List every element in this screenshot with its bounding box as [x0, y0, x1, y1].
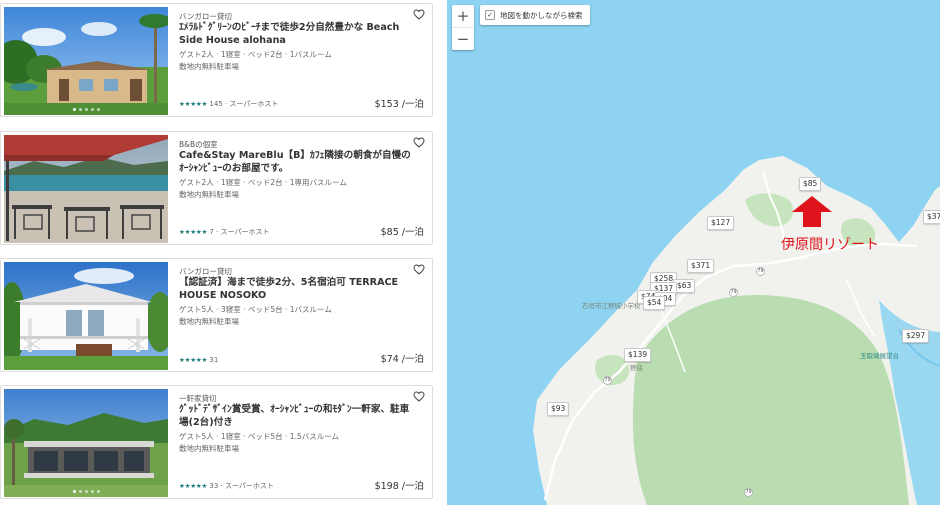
map-panel[interactable]: + − ✓ 地図を動かしながら検索 石垣市江野城小学校 野底 玉取崎展望台 79…: [447, 0, 940, 505]
listing-card[interactable]: 一軒家貸切 ｸﾞｯﾄﾞﾃﾞｻﾞｲﾝ賞受賞、ｵｰｼｬﾝﾋﾞｭｰの和ﾓﾀﾞﾝ一軒家、…: [0, 385, 433, 499]
heart-icon[interactable]: [413, 264, 425, 275]
listing-card[interactable]: バンガロー貸切 【認証済】海まで徒歩2分、5名宿泊可 TERRACE HOUSE…: [0, 258, 433, 372]
heart-icon[interactable]: [413, 391, 425, 402]
price-pin[interactable]: $54: [643, 296, 666, 310]
listing-card[interactable]: B&Bの個室 Cafe&Stay MareBlu【B】ｶﾌｪ隣接の朝食が自慢のｵ…: [0, 131, 433, 245]
zoom-in-button[interactable]: +: [452, 5, 474, 27]
checkbox-icon[interactable]: ✓: [485, 10, 495, 20]
heart-icon[interactable]: [413, 9, 425, 20]
listing-title[interactable]: ｸﾞｯﾄﾞﾃﾞｻﾞｲﾝ賞受賞、ｵｰｼｬﾝﾋﾞｭｰの和ﾓﾀﾞﾝ一軒家、駐車場(2台…: [179, 403, 412, 429]
review-count: 145: [209, 100, 223, 108]
star-rating-icon: ★★★★★: [179, 356, 208, 364]
listing-rating: ★★★★★ 7 · スーパーホスト: [179, 227, 269, 237]
road-number-marker: 79: [729, 288, 738, 297]
red-arrow-icon: [792, 196, 832, 227]
listing-photo[interactable]: [4, 262, 168, 370]
listing-specs: ゲスト5人 · 1寝室 · ベッド5台 · 1.5バスルーム: [179, 432, 339, 441]
superhost-badge: · スーパーホスト: [224, 100, 279, 108]
price-pin[interactable]: $371: [687, 259, 715, 273]
place-label: 石垣市江野城小学校: [582, 302, 641, 310]
place-label: 玉取崎展望台: [860, 352, 899, 360]
road-number-marker: 79: [756, 267, 765, 276]
review-count: 7: [209, 228, 214, 236]
listing-amenity: 敷地内無料駐車場: [179, 317, 239, 326]
listing-specs: ゲスト5人 · 3寝室 · ベッド5台 · 1バスルーム: [179, 305, 332, 314]
listing-price: $153 /一泊: [374, 99, 424, 110]
listing-amenity: 敷地内無料駐車場: [179, 190, 239, 199]
listing-price: $85 /一泊: [380, 227, 424, 238]
photo-carousel-dots[interactable]: [4, 488, 168, 493]
zoom-control: + −: [452, 5, 474, 50]
superhost-badge: · スーパーホスト: [220, 482, 274, 490]
star-rating-icon: ★★★★★: [179, 482, 208, 490]
heart-icon[interactable]: [413, 137, 425, 148]
star-rating-icon: ★★★★★: [179, 100, 208, 108]
review-count: 31: [209, 356, 219, 364]
listing-card[interactable]: バンガロー貸切 ｴﾒﾗﾙﾄﾞｸﾞﾘｰﾝのﾋﾞｰﾁまで徒歩2分自然豊かな Beac…: [0, 3, 433, 117]
listing-title[interactable]: ｴﾒﾗﾙﾄﾞｸﾞﾘｰﾝのﾋﾞｰﾁまで徒歩2分自然豊かな Beach Side H…: [179, 21, 412, 47]
photo-carousel-dots[interactable]: [4, 106, 168, 111]
listing-specs: ゲスト2人 · 1寝室 · ベッド2台 · 1バスルーム: [179, 50, 332, 59]
superhost-badge: · スーパーホスト: [216, 228, 270, 236]
listing-rating: ★★★★★ 31: [179, 356, 218, 364]
move-search-toggle[interactable]: ✓ 地図を動かしながら検索: [480, 5, 590, 25]
listing-column: バンガロー貸切 ｴﾒﾗﾙﾄﾞｸﾞﾘｰﾝのﾋﾞｰﾁまで徒歩2分自然豊かな Beac…: [0, 0, 436, 505]
price-pin[interactable]: $297: [902, 329, 930, 343]
price-pin[interactable]: $37: [923, 210, 940, 224]
price-pin[interactable]: $93: [547, 402, 570, 416]
move-search-label: 地図を動かしながら検索: [500, 10, 583, 20]
listing-amenity: 敷地内無料駐車場: [179, 444, 239, 453]
star-rating-icon: ★★★★★: [179, 228, 208, 236]
listing-title[interactable]: Cafe&Stay MareBlu【B】ｶﾌｪ隣接の朝食が自慢のｵｰｼｬﾝﾋﾞｭ…: [179, 149, 412, 175]
listing-photo[interactable]: [4, 7, 168, 115]
listing-price: $74 /一泊: [380, 354, 424, 365]
place-label: 野底: [630, 364, 643, 372]
price-pin[interactable]: $139: [624, 348, 652, 362]
road-number-marker: 79: [744, 488, 753, 497]
listing-specs: ゲスト2人 · 1寝室 · ベッド2台 · 1専用バスルーム: [179, 178, 347, 187]
listing-price: $198 /一泊: [374, 481, 424, 492]
listing-rating: ★★★★★ 33 · スーパーホスト: [179, 481, 274, 491]
listing-title[interactable]: 【認証済】海まで徒歩2分、5名宿泊可 TERRACE HOUSE NOSOKO: [179, 276, 412, 302]
review-count: 33: [209, 482, 219, 490]
listing-photo[interactable]: [4, 135, 168, 243]
price-pin[interactable]: $85: [799, 177, 822, 191]
listing-rating: ★★★★★ 145 · スーパーホスト: [179, 99, 278, 109]
listing-amenity: 敷地内無料駐車場: [179, 62, 239, 71]
zoom-out-button[interactable]: −: [452, 28, 474, 50]
price-pin[interactable]: $127: [707, 216, 735, 230]
listing-photo[interactable]: [4, 389, 168, 497]
location-annotation: 伊原間リゾート: [781, 237, 879, 253]
road-number-marker: 79: [603, 376, 612, 385]
